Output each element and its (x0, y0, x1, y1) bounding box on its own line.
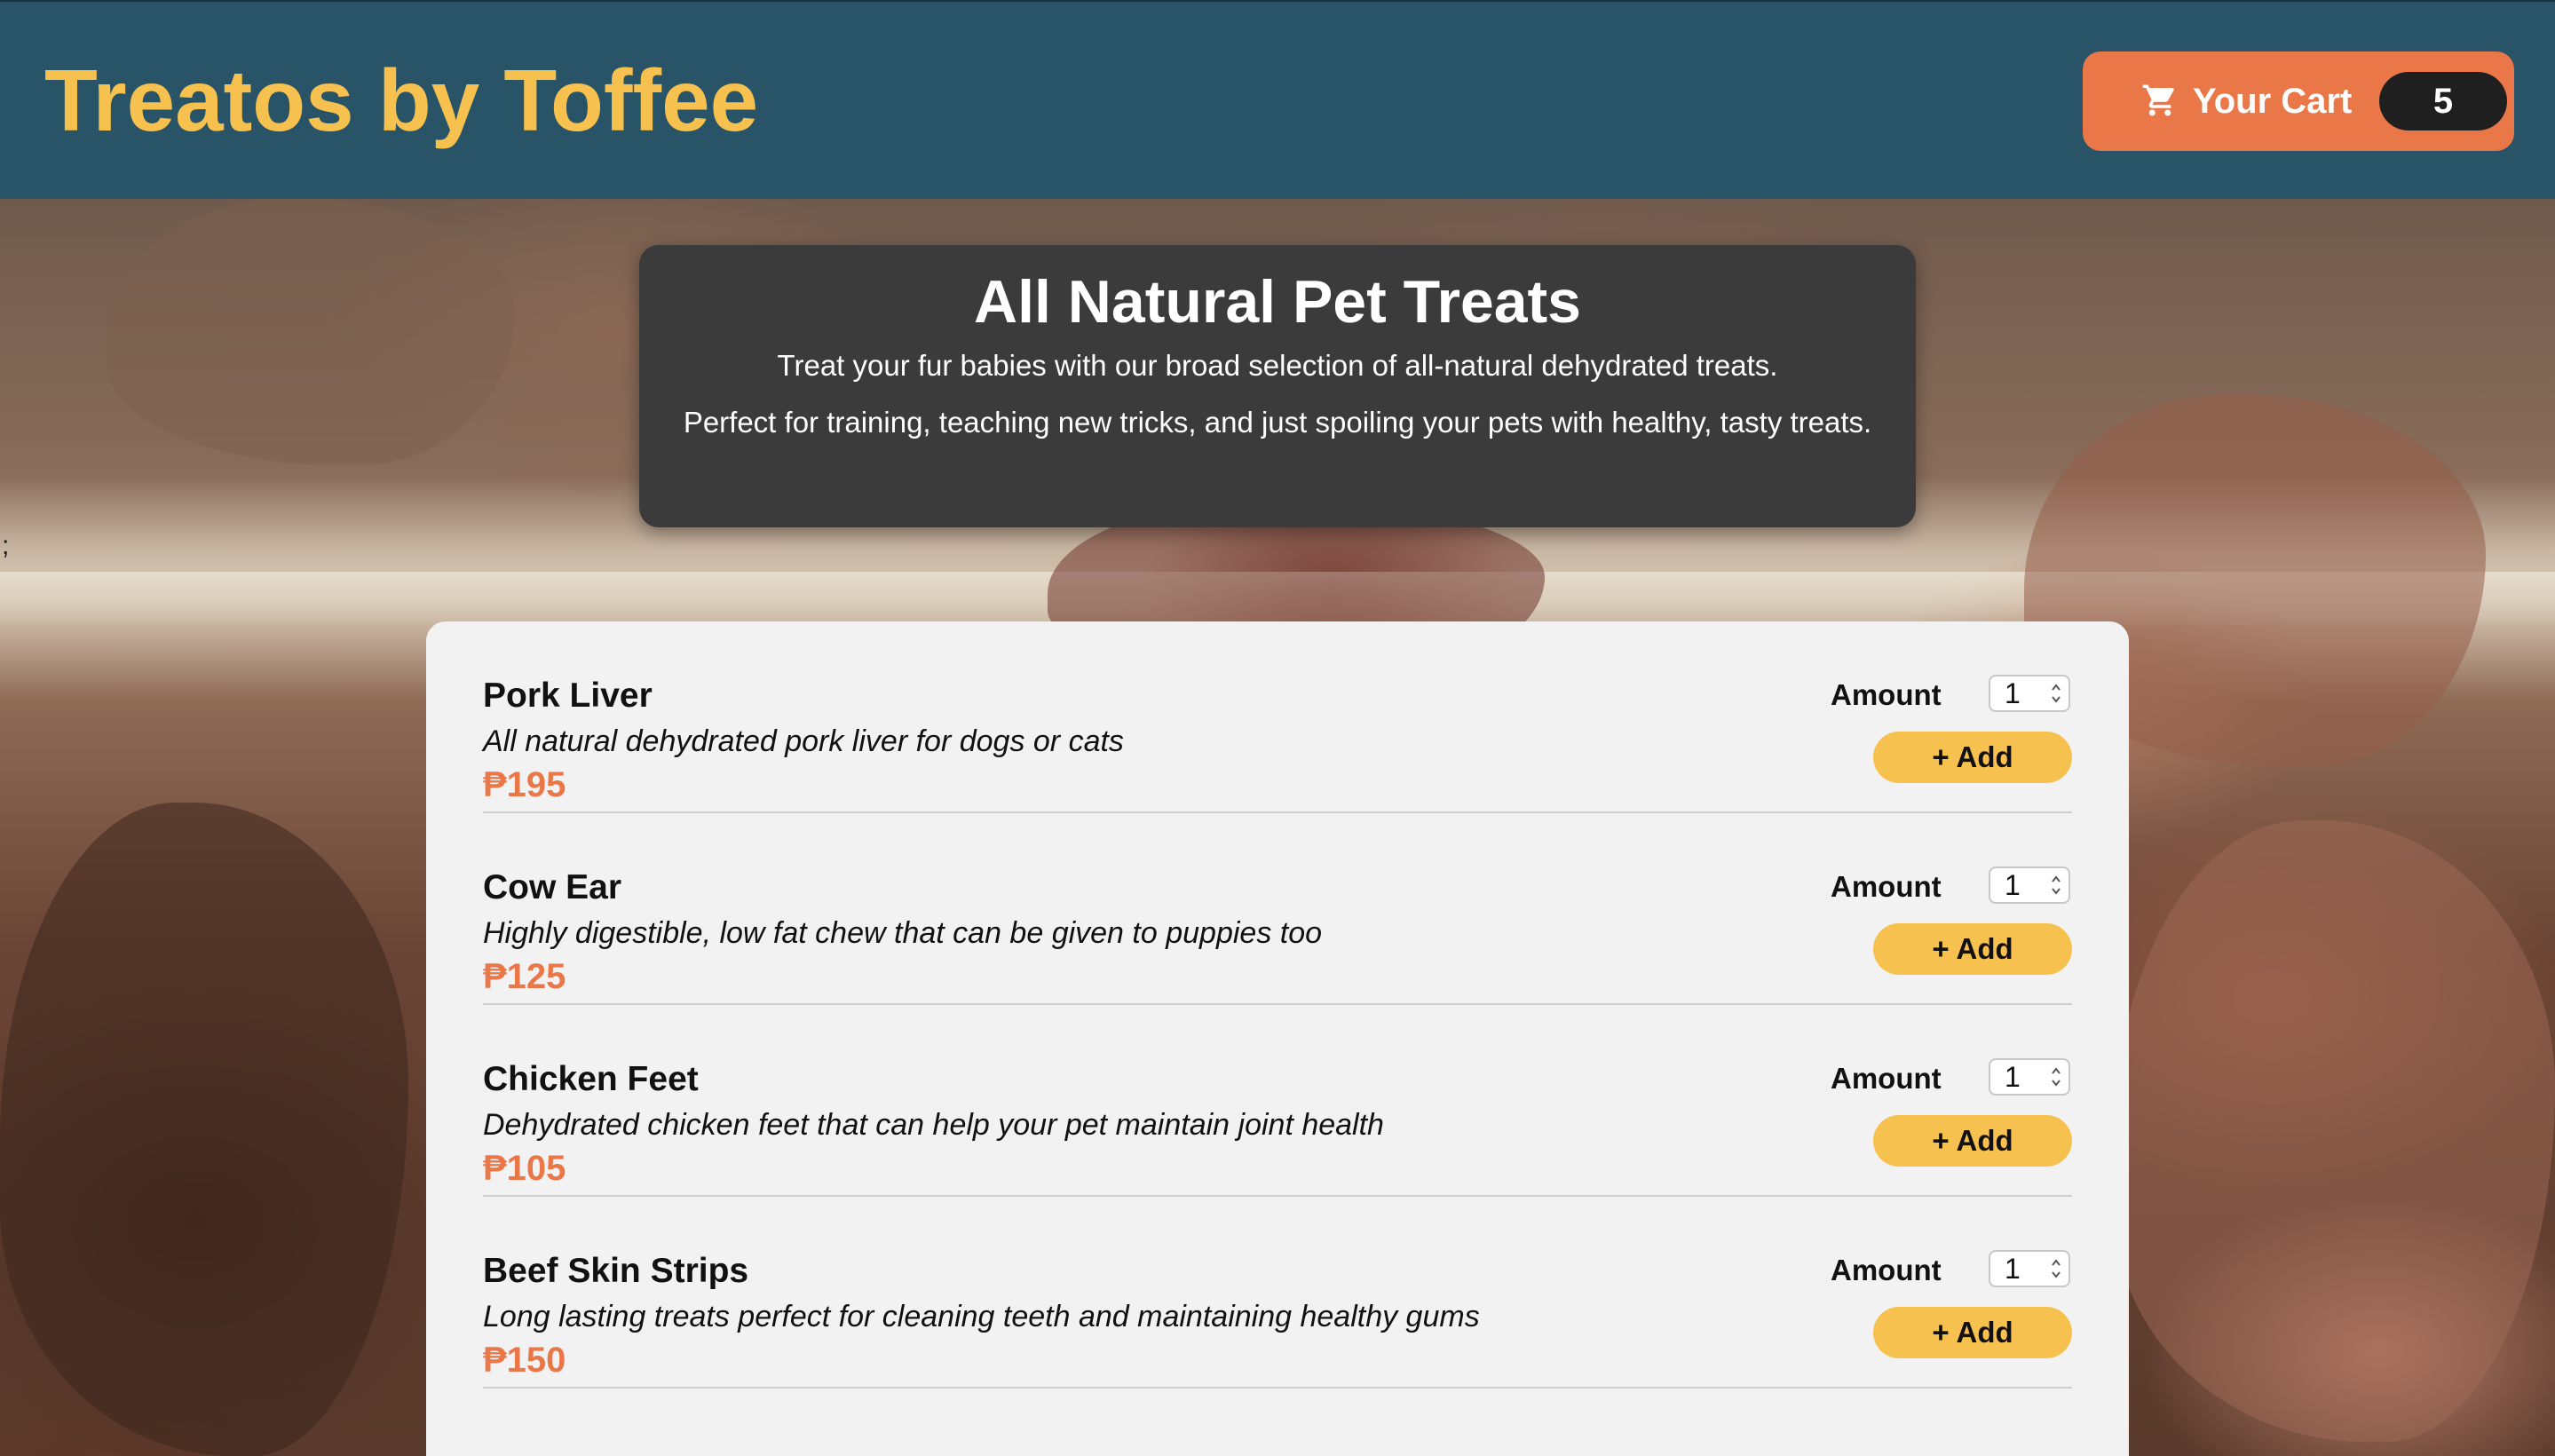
meal-item: Chicken Feet Dehydrated chicken feet tha… (483, 1005, 2072, 1197)
meal-item: Beef Skin Strips Long lasting treats per… (483, 1197, 2072, 1389)
meal-description: Highly digestible, low fat chew that can… (483, 916, 1323, 950)
amount-value: 1 (2005, 1253, 2021, 1285)
meal-item: Pork Liver All natural dehydrated pork l… (483, 621, 2072, 813)
add-button[interactable]: + Add (1873, 732, 2072, 783)
meal-price: ₱125 (483, 957, 566, 996)
amount-input[interactable]: 1 (1989, 1058, 2070, 1096)
intro-title: All Natural Pet Treats (973, 268, 1582, 336)
brand-title: Treatos by Toffee (44, 51, 759, 149)
amount-input[interactable]: 1 (1989, 866, 2070, 904)
background-treat (0, 803, 408, 1456)
stepper-icon[interactable] (2049, 872, 2063, 898)
cart-label: Your Cart (2193, 82, 2353, 121)
meal-price: ₱105 (483, 1149, 566, 1188)
cart-count-badge: 5 (2379, 72, 2507, 131)
meal-name: Chicken Feet (483, 1060, 699, 1098)
add-button[interactable]: + Add (1873, 923, 2072, 975)
amount-value: 1 (2005, 677, 2021, 709)
add-button[interactable]: + Add (1873, 1307, 2072, 1358)
cart-icon (2142, 84, 2174, 116)
intro-card: All Natural Pet Treats Treat your fur ba… (639, 245, 1916, 527)
stepper-icon[interactable] (2049, 1255, 2063, 1282)
amount-value: 1 (2005, 1061, 2021, 1093)
stepper-icon[interactable] (2049, 1064, 2063, 1090)
meal-name: Beef Skin Strips (483, 1252, 749, 1290)
amount-input[interactable]: 1 (1989, 1250, 2070, 1287)
meals-list: Pork Liver All natural dehydrated pork l… (426, 621, 2129, 1456)
background-treat (107, 199, 515, 465)
meal-name: Cow Ear (483, 868, 622, 906)
stray-text: ; (2, 531, 10, 560)
meal-description: Long lasting treats perfect for cleaning… (483, 1300, 1480, 1333)
meal-description: All natural dehydrated pork liver for do… (483, 724, 1124, 758)
meal-price: ₱195 (483, 765, 566, 804)
meal-description: Dehydrated chicken feet that can help yo… (483, 1108, 1384, 1142)
meal-price: ₱150 (483, 1341, 566, 1380)
background-treat (2113, 820, 2555, 1442)
amount-input[interactable]: 1 (1989, 675, 2070, 712)
intro-line-2: Perfect for training, teaching new trick… (683, 406, 1872, 439)
add-button[interactable]: + Add (1873, 1115, 2072, 1167)
amount-value: 1 (2005, 869, 2021, 901)
amount-label: Amount (1831, 678, 1942, 711)
meal-item: Cow Ear Highly digestible, low fat chew … (483, 813, 2072, 1005)
cart-button[interactable]: Your Cart 5 (2083, 51, 2514, 151)
intro-text: Treat your fur babies with our broad sel… (683, 337, 1872, 451)
intro-line-1: Treat your fur babies with our broad sel… (777, 349, 1778, 382)
amount-label: Amount (1831, 1254, 1942, 1286)
amount-label: Amount (1831, 870, 1942, 903)
site-header: Treatos by Toffee Your Cart 5 (0, 0, 2555, 199)
stepper-icon[interactable] (2049, 680, 2063, 707)
amount-label: Amount (1831, 1062, 1942, 1095)
meal-name: Pork Liver (483, 677, 653, 715)
